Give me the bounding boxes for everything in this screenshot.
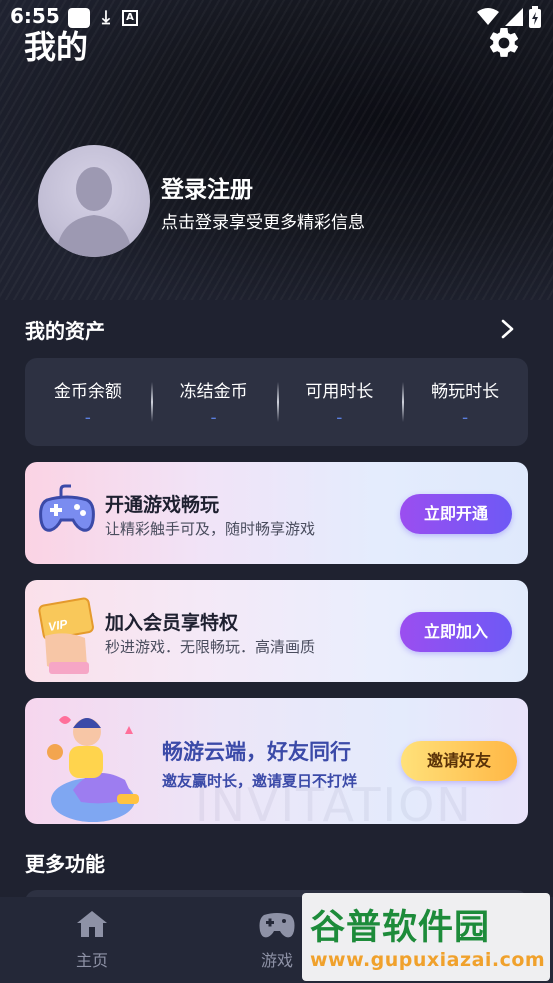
battery-icon xyxy=(529,6,541,28)
login-subtitle[interactable]: 点击登录享受更多精彩信息 xyxy=(161,208,365,233)
gamepad-icon xyxy=(259,913,295,938)
vip-card-hand-illustration-icon: VIP xyxy=(38,597,94,674)
asset-available-time[interactable]: 可用时长 - xyxy=(276,358,403,446)
asset-label: 冻结金币 xyxy=(179,382,248,402)
banner-invite-friends[interactable]: INVITATION 畅游云端，好友同行 邀友赢时长，邀请夏日不打烊 邀请好友 xyxy=(25,698,528,824)
banner-game-subscription[interactable]: 开通游戏畅玩 让精彩触手可及，随时畅享游戏 立即开通 xyxy=(25,462,528,564)
page-title: 我的 xyxy=(24,28,89,66)
assets-section-title: 我的资产 xyxy=(25,319,105,343)
wifi-icon xyxy=(477,8,499,25)
asset-label: 可用时长 xyxy=(305,382,374,402)
asset-coin-balance[interactable]: 金币余额 - xyxy=(25,358,151,446)
tab-home[interactable]: 主页 xyxy=(52,909,132,971)
asset-value: - xyxy=(462,408,469,428)
gamer-illustration-icon xyxy=(47,716,139,822)
banner-subtitle: 秒进游戏．无限畅玩．高清画质 xyxy=(105,638,316,656)
watermark-title: 谷普软件园 xyxy=(310,908,491,948)
download-icon: ⤓ xyxy=(102,7,110,28)
gamepad-illustration-icon xyxy=(39,484,95,532)
watermark-url: www.gupuxiazai.com xyxy=(310,949,546,971)
user-silhouette-icon xyxy=(56,167,132,257)
tab-label: 主页 xyxy=(75,951,108,970)
a-badge-icon: A xyxy=(121,10,138,26)
more-features-title: 更多功能 xyxy=(25,852,105,876)
banner-title: 加入会员享特权 xyxy=(105,612,239,634)
home-icon xyxy=(77,911,107,937)
settings-gear-icon[interactable] xyxy=(486,25,522,61)
login-register-link[interactable]: 登录注册 xyxy=(161,170,253,204)
join-now-button[interactable]: 立即加入 xyxy=(400,612,512,652)
site-watermark-logo: 谷普软件园 www.gupuxiazai.com xyxy=(302,893,550,981)
asset-label: 金币余额 xyxy=(53,382,122,402)
chevron-right-icon[interactable] xyxy=(498,318,518,340)
asset-value: - xyxy=(210,408,217,428)
banner-subtitle: 邀友赢时长，邀请夏日不打烊 xyxy=(162,772,358,790)
asset-play-time[interactable]: 畅玩时长 - xyxy=(402,358,528,446)
banner-vip-membership[interactable]: VIP 加入会员享特权 秒进游戏．无限畅玩．高清画质 立即加入 xyxy=(25,580,528,682)
banner-subtitle: 让精彩触手可及，随时畅享游戏 xyxy=(105,520,316,538)
activate-now-button[interactable]: 立即开通 xyxy=(400,494,512,534)
assets-card: 金币余额 - 冻结金币 - 可用时长 - 畅玩时长 - xyxy=(25,358,528,446)
asset-value: - xyxy=(336,408,343,428)
asset-value: - xyxy=(84,408,91,428)
asset-frozen-coins[interactable]: 冻结金币 - xyxy=(150,358,277,446)
banner-title: 开通游戏畅玩 xyxy=(105,494,220,516)
signal-icon xyxy=(505,8,523,26)
invite-friends-button[interactable]: 邀请好友 xyxy=(401,741,517,781)
banner-title: 畅游云端，好友同行 xyxy=(162,740,351,764)
avatar[interactable] xyxy=(38,145,150,257)
asset-label: 畅玩时长 xyxy=(431,382,500,402)
